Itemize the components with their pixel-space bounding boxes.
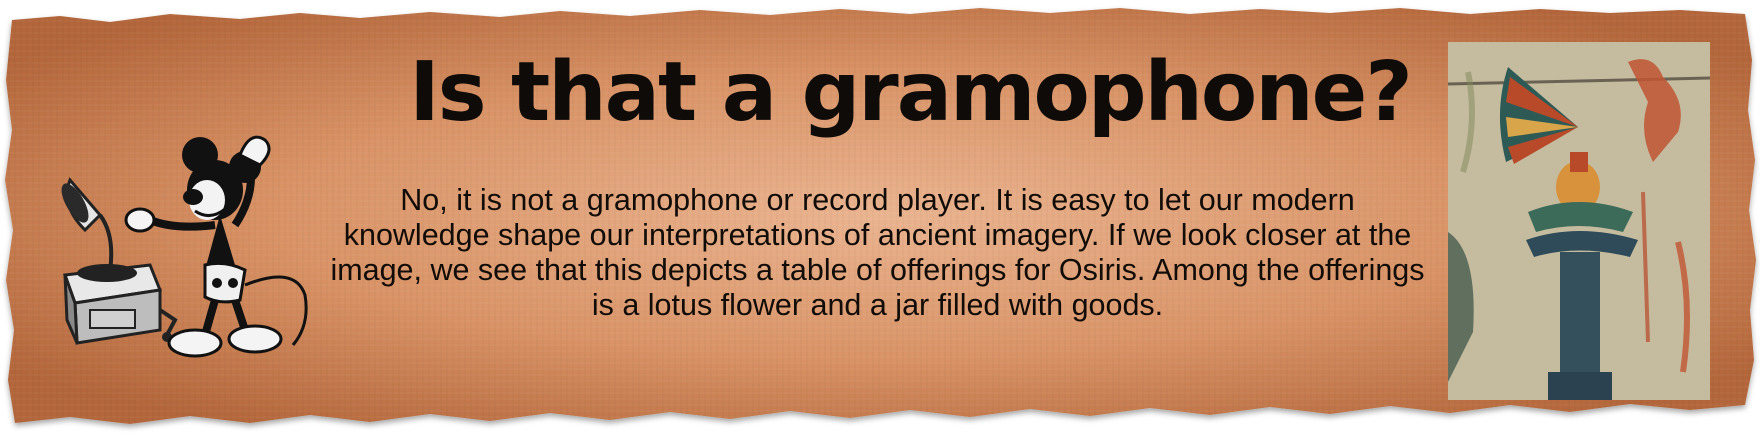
egyptian-offering-table-painting-icon: [1448, 42, 1710, 400]
banner: Is that a gramophone? No, it is not a gr…: [0, 0, 1760, 441]
mickey-with-gramophone-icon: [61, 135, 308, 358]
banner-title: Is that a gramophone?: [409, 45, 1413, 140]
banner-body-text: No, it is not a gramophone or record pla…: [330, 183, 1425, 322]
gramophone-icon: [61, 177, 178, 345]
